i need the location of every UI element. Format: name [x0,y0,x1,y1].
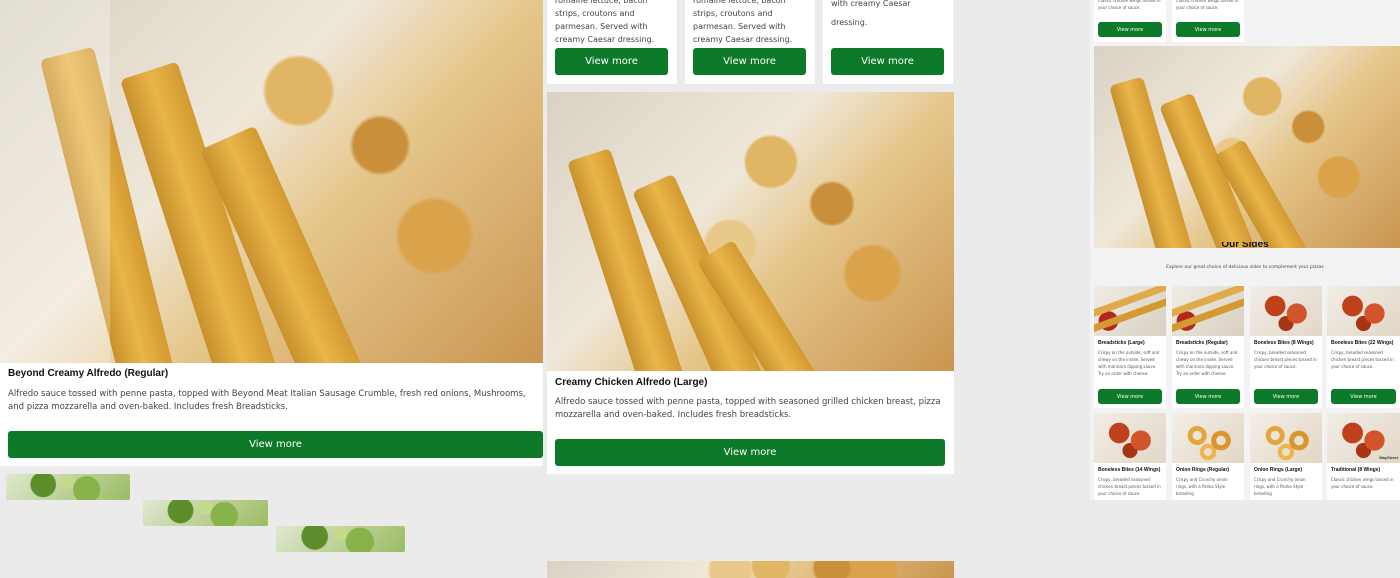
product-image[interactable] [1094,413,1166,463]
product-card-beyond-creamy-alfredo: Beyond Creamy Alfredo (Regular) Alfredo … [0,0,543,466]
product-image[interactable] [6,474,130,500]
view-more-button[interactable]: View more [1098,389,1162,404]
view-more-button[interactable]: View more [693,48,806,75]
watermark-badge: MaySheet [1379,455,1398,460]
side-card-breadsticks-large: Breadsticks (Large) Crispy on the outsid… [1094,286,1166,408]
product-image[interactable] [1327,286,1400,336]
product-description: Classic chicken wings tossed in your cho… [1098,0,1161,10]
product-card-partial: Classic chicken wings tossed in your cho… [1172,0,1244,42]
product-image[interactable] [547,561,954,578]
side-card-boneless-22: Boneless Bites (22 Wings) Crispy, breade… [1327,286,1400,408]
product-image[interactable] [1172,413,1244,463]
product-description: Crispy on the outside, soft and chewy on… [1176,350,1238,376]
right-preview-panel: Classic chicken wings tossed in your cho… [1090,0,1400,500]
view-more-button[interactable]: View more [1254,389,1318,404]
section-heading: Our Sides [1221,242,1269,250]
product-image[interactable] [1250,286,1322,336]
product-title: Boneless Bites (22 Wings) [1331,340,1394,346]
product-card-partial: with creamy Caesar dressing. View more [823,0,953,84]
product-description: Crispy, breaded seasoned chicken breast … [1098,477,1161,496]
product-title: Onion Rings (Regular) [1176,467,1230,473]
product-title: Breadsticks (Large) [1098,340,1145,346]
product-description: Alfredo sauce tossed with penne pasta, t… [555,397,941,420]
product-description: Crispy, breaded seasoned chicken breast … [1254,350,1317,369]
view-more-button[interactable]: View more [555,48,668,75]
product-description: Alfredo sauce tossed with penne pasta, t… [8,389,526,412]
product-image[interactable] [0,0,543,363]
product-card-creamy-chicken-alfredo: Creamy Chicken Alfredo (Large) Alfredo s… [547,92,954,474]
product-image[interactable] [1094,46,1400,248]
product-title: Beyond Creamy Alfredo (Regular) [8,368,169,379]
section-subheading: Explore our great choice of delicious si… [1166,265,1324,270]
product-card-partial: Classic chicken wings tossed in your cho… [1094,0,1166,42]
product-title: Boneless Bites (14 Wings) [1098,467,1161,473]
view-more-button[interactable]: View more [1331,389,1396,404]
product-title: Creamy Chicken Alfredo (Large) [555,377,708,388]
product-card-partial: romaine lettuce, bacon strips, croutons … [547,0,677,84]
side-card-traditional-8: MaySheet Traditional (8 Wings) Classic c… [1327,413,1400,500]
view-more-button[interactable]: View more [1176,389,1240,404]
side-card-onion-rings-regular: Onion Rings (Regular) Crispy and Crunchy… [1172,413,1244,500]
product-card-partial: romaine lettuce, bacon strips, croutons … [685,0,815,84]
view-more-button[interactable]: View more [8,431,543,458]
view-more-button[interactable]: View more [831,48,944,75]
side-card-boneless-8: Boneless Bites (8 Wings) Crispy, breaded… [1250,286,1322,408]
product-title: Boneless Bites (8 Wings) [1254,340,1314,346]
product-description: Crispy on the outside, soft and chewy on… [1098,350,1160,376]
view-more-button[interactable]: View more [555,439,945,466]
product-description: with creamy Caesar dressing. [831,0,911,27]
product-title: Onion Rings (Large) [1254,467,1303,473]
product-description: romaine lettuce, bacon strips, croutons … [693,0,793,44]
side-card-onion-rings-large: Onion Rings (Large) Crispy and Crunchy o… [1250,413,1322,500]
product-image[interactable] [143,500,268,526]
product-title: Traditional (8 Wings) [1331,467,1381,473]
product-description: Crispy and Crunchy onion rings, with a P… [1254,477,1306,496]
product-image[interactable] [547,92,954,371]
product-image[interactable] [1250,413,1322,463]
product-title: Breadsticks (Regular) [1176,340,1228,346]
product-image[interactable] [276,526,405,552]
product-image[interactable] [1172,286,1244,336]
side-card-boneless-14: Boneless Bites (14 Wings) Crispy, breade… [1094,413,1166,500]
side-card-breadsticks-regular: Breadsticks (Regular) Crispy on the outs… [1172,286,1244,408]
product-image[interactable] [1094,286,1166,336]
product-description: romaine lettuce, bacon strips, croutons … [555,0,655,44]
product-description: Classic chicken wings tossed in your cho… [1331,477,1394,489]
product-description: Classic chicken wings tossed in your cho… [1176,0,1239,10]
view-more-button[interactable]: View more [1098,22,1162,37]
product-description: Crispy and Crunchy onion rings, with a P… [1176,477,1228,496]
product-description: Crispy, breaded seasoned chicken breast … [1331,350,1394,369]
view-more-button[interactable]: View more [1176,22,1240,37]
